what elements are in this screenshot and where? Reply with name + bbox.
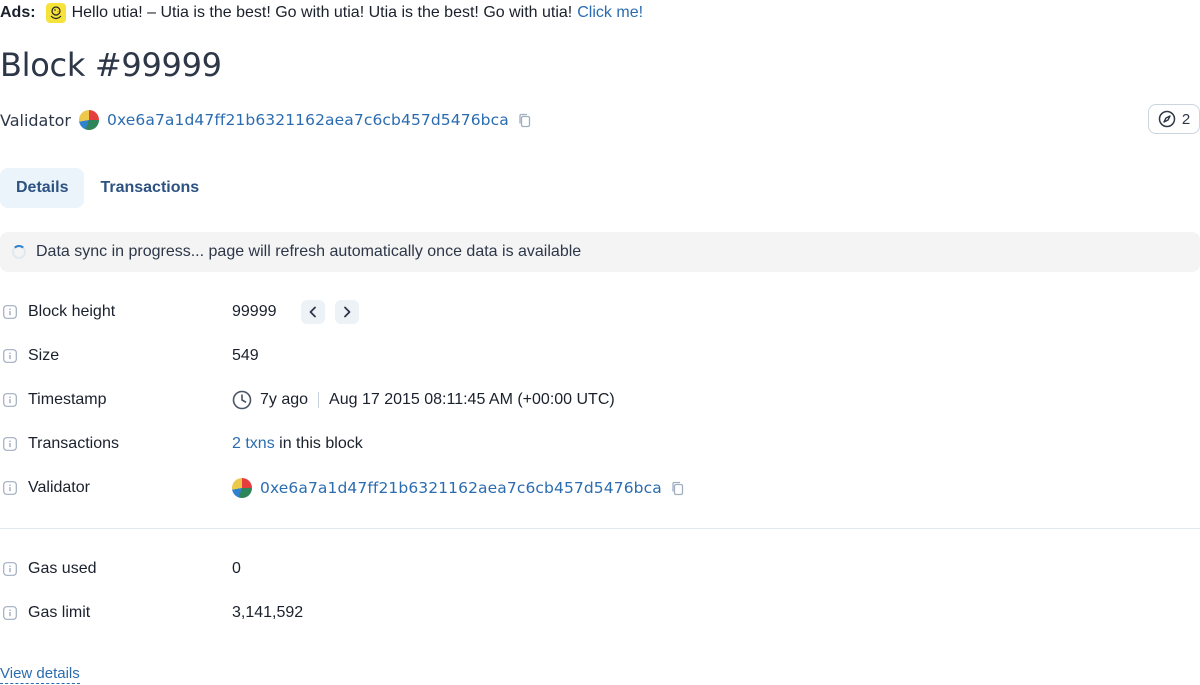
- info-icon: [3, 349, 17, 363]
- sync-notice: Data sync in progress... page will refre…: [0, 232, 1200, 272]
- validator-address-link[interactable]: 0xe6a7a1d47ff21b6321162aea7c6cb457d5476b…: [107, 111, 509, 129]
- transactions-label: Transactions: [28, 435, 119, 452]
- size-value: 549: [232, 347, 259, 364]
- detail-row-gas-limit: Gas limit 3,141,592: [0, 601, 303, 625]
- copy-icon[interactable]: [517, 112, 533, 128]
- ads-label: Ads:: [0, 4, 36, 21]
- gas-limit-value: 3,141,592: [232, 604, 304, 621]
- section-divider: [0, 528, 1200, 529]
- info-icon: [3, 393, 17, 407]
- chevron-right-icon: [342, 306, 352, 318]
- ads-banner: Ads: Hello utia! – Utia is the best! Go …: [0, 2, 643, 24]
- detail-row-timestamp: Timestamp 7y ago Aug 17 2015 08:11:45 AM…: [0, 388, 615, 412]
- prev-block-button[interactable]: [300, 300, 325, 324]
- clock-icon: [232, 390, 252, 410]
- compass-icon: [1158, 110, 1176, 128]
- validator-avatar: [79, 110, 99, 130]
- info-icon: [3, 437, 17, 451]
- chevron-left-icon: [308, 306, 318, 318]
- detail-row-transactions: Transactions 2 txns in this block: [0, 432, 363, 456]
- detail-row-gas-used: Gas used 0: [0, 557, 241, 581]
- copy-icon[interactable]: [670, 480, 686, 496]
- gas-used-label: Gas used: [28, 560, 97, 577]
- ads-text: Hello utia! – Utia is the best! Go with …: [71, 4, 573, 21]
- tab-bar: Details Transactions: [0, 168, 215, 208]
- view-details-link[interactable]: View details: [0, 665, 80, 684]
- spinner-icon: [12, 245, 26, 259]
- page-title: Block #99999: [0, 46, 222, 84]
- tab-transactions[interactable]: Transactions: [84, 168, 215, 208]
- detail-row-block-height: Block height 99999: [0, 300, 359, 324]
- next-block-button[interactable]: [334, 300, 359, 324]
- badge-count: 2: [1181, 110, 1191, 128]
- interactions-badge[interactable]: 2: [1148, 104, 1200, 134]
- validator-row-label: Validator: [28, 479, 90, 496]
- block-height-label: Block height: [28, 303, 116, 320]
- gas-used-value: 0: [232, 560, 241, 577]
- timestamp-label: Timestamp: [28, 391, 107, 408]
- info-icon: [3, 481, 17, 495]
- gas-limit-label: Gas limit: [28, 604, 91, 621]
- ads-link[interactable]: Click me!: [577, 4, 643, 22]
- sync-notice-text: Data sync in progress... page will refre…: [36, 243, 582, 260]
- validator-avatar: [232, 478, 252, 498]
- txns-link[interactable]: 2 txns: [232, 435, 275, 453]
- divider: [318, 392, 320, 408]
- block-height-value: 99999: [232, 303, 277, 320]
- info-icon: [3, 305, 17, 319]
- timestamp-relative: 7y ago: [260, 391, 309, 408]
- validator-row-address-link[interactable]: 0xe6a7a1d47ff21b6321162aea7c6cb457d5476b…: [260, 479, 662, 497]
- timestamp-absolute: Aug 17 2015 08:11:45 AM (+00:00 UTC): [329, 391, 615, 408]
- size-label: Size: [28, 347, 60, 364]
- txns-suffix: in this block: [274, 435, 363, 452]
- detail-row-validator: Validator 0xe6a7a1d47ff21b6321162aea7c6c…: [0, 476, 686, 500]
- header-validator: Validator 0xe6a7a1d47ff21b6321162aea7c6c…: [0, 108, 533, 132]
- validator-label: Validator: [0, 110, 71, 130]
- detail-row-size: Size 549: [0, 344, 259, 368]
- duck-icon: [45, 3, 66, 23]
- info-icon: [3, 562, 17, 576]
- info-icon: [3, 606, 17, 620]
- tab-details[interactable]: Details: [0, 168, 85, 208]
